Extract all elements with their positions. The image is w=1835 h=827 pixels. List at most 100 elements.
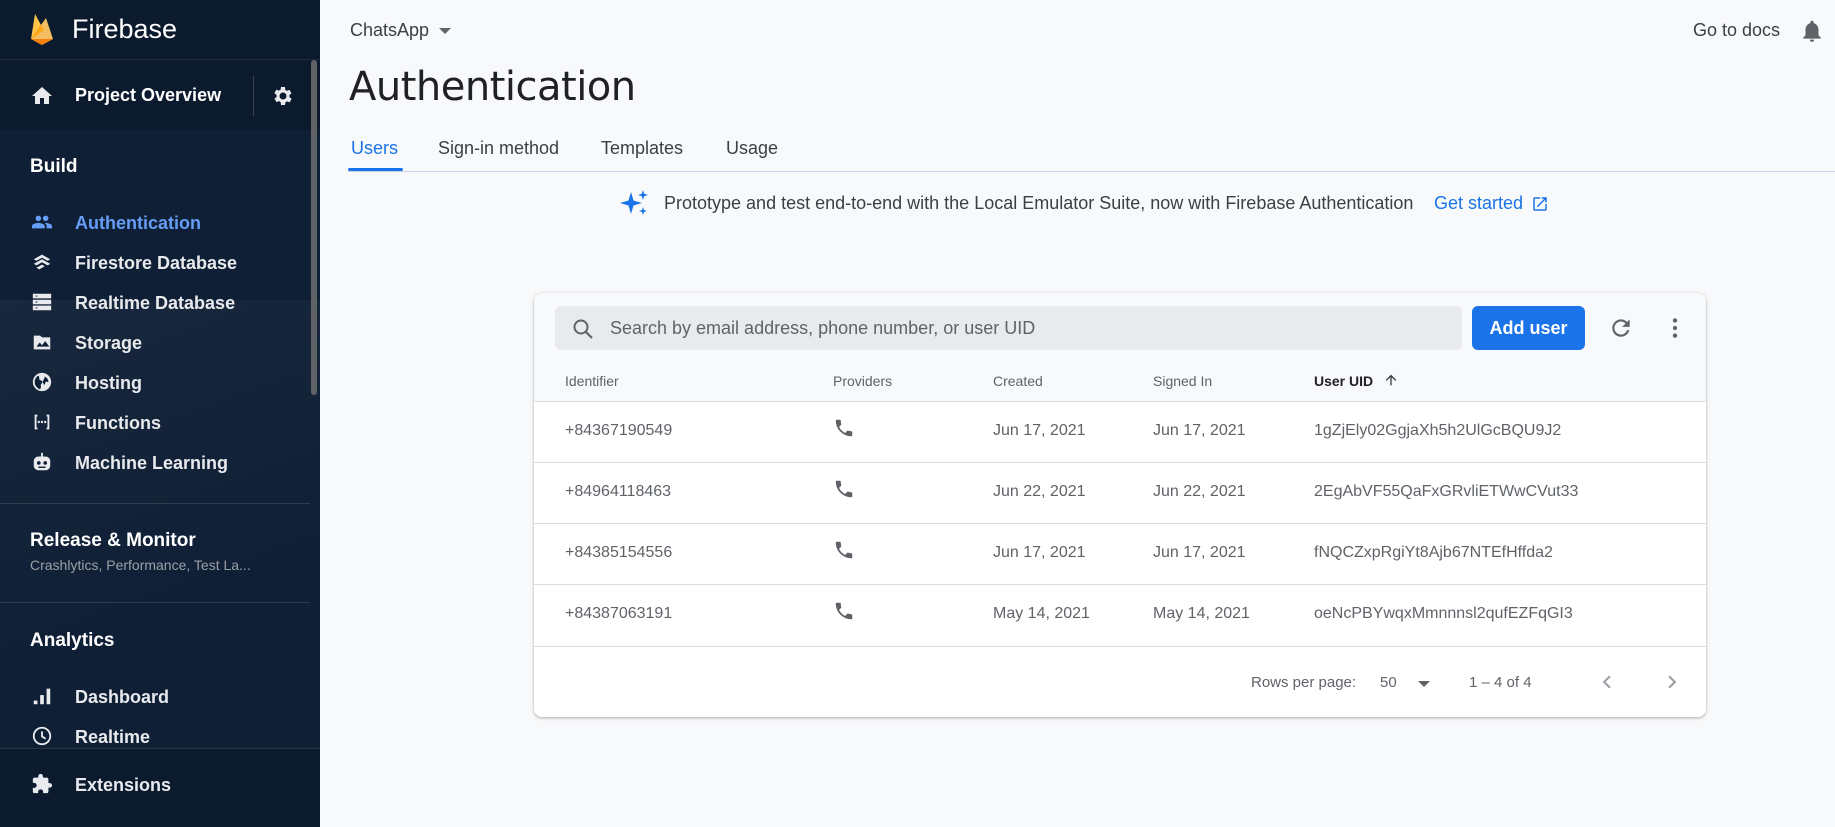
uid-cell: oeNcPBYwqxMmnnnsl2qufEZFqGI3 [1314, 605, 1573, 622]
go-to-docs-link[interactable]: Go to docs [1693, 20, 1780, 41]
table-row[interactable]: +84387063191 May 14, 2021 May 14, 2021 o… [534, 584, 1706, 645]
tab-users[interactable]: Users [351, 138, 398, 159]
nav-label: Dashboard [75, 687, 170, 707]
nav-realtime-database[interactable]: Realtime Database [0, 282, 310, 322]
puzzle-icon [32, 773, 53, 794]
bar-chart-icon [33, 688, 51, 705]
uid-cell: 2EgAbVF55QaFxGRvliETWwCVut33 [1314, 483, 1579, 500]
functions-icon [34, 414, 50, 430]
signed-in-cell: May 14, 2021 [1153, 605, 1250, 622]
identifier-cell: +84367190549 [565, 422, 673, 439]
storage-icon [33, 335, 51, 350]
project-overview-label: Project Overview [75, 85, 222, 105]
phone-icon [835, 419, 853, 437]
nav-extensions[interactable]: Extensions [0, 764, 310, 804]
chevron-left-icon[interactable] [1594, 669, 1620, 695]
firestore-icon [33, 254, 51, 270]
nav-firestore-database[interactable]: Firestore Database [0, 242, 310, 282]
firebase-logo-icon[interactable] [28, 12, 56, 46]
chevron-right-icon[interactable] [1659, 669, 1685, 695]
home-icon [32, 87, 52, 104]
created-cell: Jun 17, 2021 [993, 544, 1086, 561]
nav-storage[interactable]: Storage [0, 322, 310, 362]
sidebar-divider [0, 503, 310, 504]
sparkle-icon [620, 190, 648, 215]
nav-label: Realtime Database [75, 293, 236, 313]
nav-label: Functions [75, 413, 161, 433]
sort-ascending-icon[interactable] [1383, 372, 1399, 388]
nav-dashboard[interactable]: Dashboard [0, 676, 310, 716]
nav-label: Realtime [75, 727, 151, 747]
phone-icon [835, 480, 853, 498]
tab-usage[interactable]: Usage [726, 138, 778, 159]
search-input[interactable] [610, 306, 1450, 350]
created-cell: Jun 17, 2021 [993, 422, 1086, 439]
search-box[interactable] [555, 306, 1462, 350]
page-title: Authentication [349, 64, 636, 110]
globe-icon [32, 372, 52, 392]
uid-cell: 1gZjEly02GgjaXh5h2UlGcBQU9J2 [1314, 422, 1562, 439]
nav-label: Firestore Database [75, 253, 238, 273]
signed-in-cell: Jun 22, 2021 [1153, 483, 1246, 500]
tab-templates[interactable]: Templates [601, 138, 683, 159]
clock-icon [32, 726, 52, 746]
build-section-title[interactable]: Build [30, 156, 78, 178]
nav-label: Extensions [75, 775, 172, 795]
open-in-new-icon [1533, 196, 1547, 211]
refresh-icon[interactable] [1608, 315, 1634, 341]
users-card: Add user Identifier Providers Created Si… [534, 293, 1706, 717]
nav-label: Authentication [75, 213, 201, 233]
rows-per-page-select[interactable]: 50 [1380, 674, 1397, 691]
identifier-cell: +84385154556 [565, 544, 673, 561]
chevron-down-icon[interactable] [1418, 681, 1430, 687]
database-icon [32, 293, 52, 311]
sidebar-header: Firebase [0, 0, 320, 60]
table-row[interactable]: +84367190549 Jun 17, 2021 Jun 17, 2021 1… [534, 401, 1706, 462]
banner-text: Prototype and test end-to-end with the L… [664, 193, 1414, 213]
project-overview-item[interactable]: Project Overview [0, 66, 320, 126]
nav-label: Storage [75, 333, 143, 353]
sidebar-divider [0, 602, 310, 603]
table-row[interactable]: +84385154556 Jun 17, 2021 Jun 17, 2021 f… [534, 523, 1706, 584]
sidebar-scrollbar[interactable] [311, 60, 317, 395]
gear-icon[interactable] [270, 84, 294, 108]
nav-functions[interactable]: Functions [0, 402, 310, 442]
column-header-providers[interactable]: Providers [833, 373, 892, 389]
nav-machine-learning[interactable]: Machine Learning [0, 442, 310, 482]
people-icon [31, 215, 53, 229]
nav-hosting[interactable]: Hosting [0, 362, 310, 402]
column-header-signed-in[interactable]: Signed In [1153, 373, 1212, 389]
tab-sign-in-method[interactable]: Sign-in method [438, 138, 559, 159]
table-footer: Rows per page: 50 1 – 4 of 4 [534, 646, 1706, 717]
table-row[interactable]: +84964118463 Jun 22, 2021 Jun 22, 2021 2… [534, 462, 1706, 523]
project-switcher[interactable]: ChatsApp [350, 20, 452, 41]
release-monitor-subtitle[interactable]: Crashlytics, Performance, Test La... [30, 557, 280, 573]
chevron-down-icon [439, 27, 452, 34]
more-vert-icon[interactable] [1662, 315, 1688, 341]
column-header-created[interactable]: Created [993, 373, 1043, 389]
project-overview-separator [253, 76, 254, 116]
nav-authentication[interactable]: Authentication [0, 202, 310, 242]
column-header-identifier[interactable]: Identifier [565, 373, 619, 389]
identifier-cell: +84387063191 [565, 605, 673, 622]
active-tab-indicator [348, 168, 403, 171]
analytics-section-title[interactable]: Analytics [30, 630, 114, 652]
get-started-label: Get started [1434, 193, 1524, 213]
sidebar: Firebase Project Overview Build Authenti… [0, 0, 320, 827]
get-started-link[interactable]: Get started [1434, 193, 1549, 214]
bell-icon[interactable] [1799, 18, 1825, 44]
uid-cell: fNQCZxpRgiYt8Ajb67NTEfHffda2 [1314, 544, 1553, 561]
release-monitor-title[interactable]: Release & Monitor [30, 530, 196, 552]
phone-icon [835, 541, 853, 559]
add-user-button[interactable]: Add user [1472, 306, 1585, 350]
phone-icon [835, 602, 853, 620]
signed-in-cell: Jun 17, 2021 [1153, 544, 1246, 561]
search-icon [573, 319, 593, 339]
emulator-banner: Prototype and test end-to-end with the L… [620, 188, 1547, 218]
project-name: ChatsApp [350, 20, 430, 40]
brand-name[interactable]: Firebase [72, 14, 177, 45]
tab-bar: Users Sign-in method Templates Usage [348, 130, 1835, 172]
nav-label: Hosting [75, 373, 142, 393]
column-header-user-uid[interactable]: User UID [1314, 373, 1373, 389]
nav-label: Machine Learning [75, 453, 229, 473]
